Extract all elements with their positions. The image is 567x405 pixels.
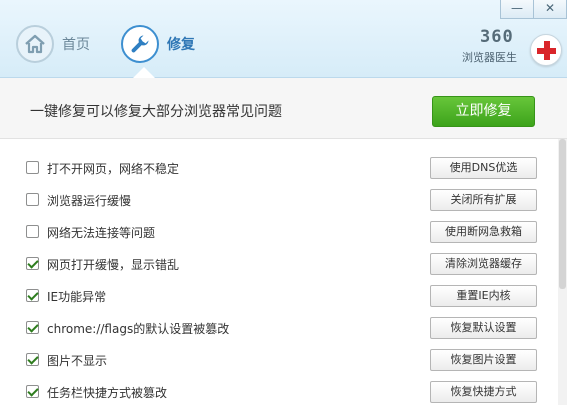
list-item: IE功能异常 重置IE内核 bbox=[0, 280, 567, 312]
minimize-button[interactable]: — bbox=[500, 0, 534, 19]
scrollbar-thumb[interactable] bbox=[559, 139, 566, 289]
item-action-button[interactable]: 使用DNS优选 bbox=[430, 157, 537, 179]
item-label: IE功能异常 bbox=[47, 290, 107, 304]
item-action-button[interactable]: 关闭所有扩展 bbox=[430, 189, 537, 211]
list-item: 打不开网页，网络不稳定 使用DNS优选 bbox=[0, 152, 567, 184]
home-icon bbox=[16, 25, 54, 63]
list-scrollbar[interactable] bbox=[558, 139, 567, 405]
item-label: 图片不显示 bbox=[47, 354, 108, 368]
item-action-button[interactable]: 清除浏览器缓存 bbox=[430, 253, 537, 275]
tab-repair-label: 修复 bbox=[167, 37, 195, 53]
item-label: 网页打开缓慢，显示错乱 bbox=[47, 258, 180, 272]
close-button[interactable]: ✕ bbox=[533, 0, 567, 19]
list-item: 网络无法连接等问题 使用断网急救箱 bbox=[0, 216, 567, 248]
wrench-icon bbox=[121, 25, 159, 63]
header-bar: 首页 修复 — ✕ 360 浏览器医生 bbox=[0, 0, 567, 78]
active-tab-indicator bbox=[133, 67, 155, 78]
repair-now-button[interactable]: 立即修复 bbox=[432, 96, 535, 127]
list-item: 浏览器运行缓慢 关闭所有扩展 bbox=[0, 184, 567, 216]
item-label: 网络无法连接等问题 bbox=[47, 226, 156, 240]
list-item: 网页打开缓慢，显示错乱 清除浏览器缓存 bbox=[0, 248, 567, 280]
item-action-button[interactable]: 重置IE内核 bbox=[430, 285, 537, 307]
item-checkbox[interactable] bbox=[26, 353, 39, 366]
item-checkbox[interactable] bbox=[26, 321, 39, 334]
item-label: chrome://flags的默认设置被篡改 bbox=[47, 322, 230, 336]
brand-name: 浏览器医生 bbox=[462, 51, 517, 64]
item-checkbox[interactable] bbox=[26, 257, 39, 270]
brand-number: 360 bbox=[480, 27, 514, 47]
medical-cross-icon bbox=[530, 34, 562, 66]
item-action-button[interactable]: 使用断网急救箱 bbox=[430, 221, 537, 243]
item-action-button[interactable]: 恢复图片设置 bbox=[430, 349, 537, 371]
list-item: chrome://flags的默认设置被篡改 恢复默认设置 bbox=[0, 312, 567, 344]
item-label: 任务栏快捷方式被篡改 bbox=[47, 386, 168, 400]
item-checkbox[interactable] bbox=[26, 193, 39, 206]
tab-home-label: 首页 bbox=[62, 37, 90, 53]
item-action-button[interactable]: 恢复默认设置 bbox=[430, 317, 537, 339]
item-checkbox[interactable] bbox=[26, 225, 39, 238]
item-label: 打不开网页，网络不稳定 bbox=[47, 162, 180, 176]
tab-home[interactable]: 首页 bbox=[16, 22, 90, 66]
item-action-button[interactable]: 恢复快捷方式 bbox=[430, 381, 537, 403]
item-label: 浏览器运行缓慢 bbox=[47, 194, 132, 208]
repair-banner: 一键修复可以修复大部分浏览器常见问题 立即修复 bbox=[0, 78, 567, 139]
banner-text: 一键修复可以修复大部分浏览器常见问题 bbox=[30, 104, 282, 120]
list-item: 图片不显示 恢复图片设置 bbox=[0, 344, 567, 376]
problem-list: 打不开网页，网络不稳定 使用DNS优选 浏览器运行缓慢 关闭所有扩展 网络无法连… bbox=[0, 139, 567, 405]
item-checkbox[interactable] bbox=[26, 289, 39, 302]
item-checkbox[interactable] bbox=[26, 385, 39, 398]
list-item: 任务栏快捷方式被篡改 恢复快捷方式 bbox=[0, 376, 567, 405]
item-checkbox[interactable] bbox=[26, 161, 39, 174]
tab-repair[interactable]: 修复 bbox=[121, 22, 195, 66]
